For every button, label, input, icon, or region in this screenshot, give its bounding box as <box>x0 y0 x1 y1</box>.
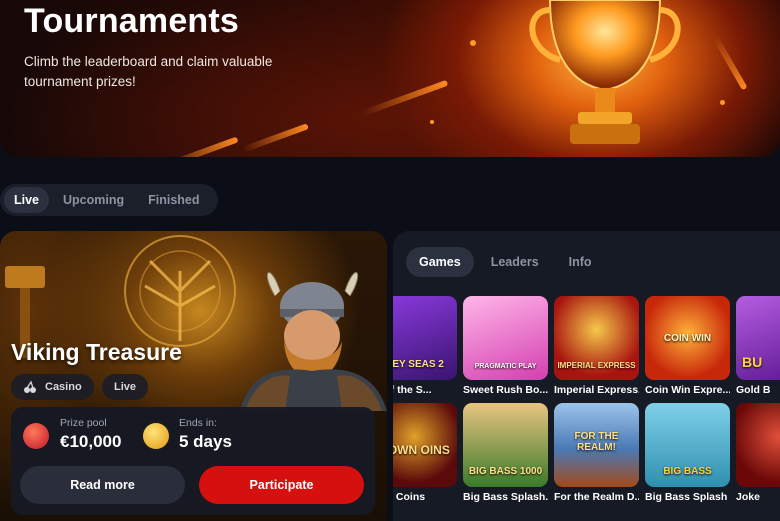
game-thumbnail[interactable]: BIG BASS 1000 <box>463 403 548 487</box>
game-thumbnail-text: IMPERIAL EXPRESS <box>557 361 636 370</box>
game-thumbnail-text: ROWN OINS <box>393 443 450 457</box>
tournaments-page: Tournaments Climb the leaderboard and cl… <box>0 0 780 521</box>
tab-info[interactable]: Info <box>556 247 605 277</box>
prize-pool-value: €10,000 <box>60 432 122 451</box>
game-thumbnail[interactable]: FOR THE REALM! <box>554 403 639 487</box>
game-tile[interactable]: BU Gold B <box>736 296 780 396</box>
flame-streak-decoration <box>712 35 748 91</box>
prize-pool-label: Prize pool <box>60 417 107 429</box>
game-thumbnail-text: BU <box>742 354 763 370</box>
game-tile[interactable]: PRAGMATIC PLAY Sweet Rush Bo... <box>463 296 548 396</box>
category-chip-label: Casino <box>45 381 82 393</box>
game-tile[interactable]: COIN WIN Coin Win Expre... <box>645 296 730 396</box>
game-name: own Coins <box>393 491 426 503</box>
tab-leaders[interactable]: Leaders <box>478 247 552 277</box>
tab-upcoming[interactable]: Upcoming <box>53 187 134 213</box>
game-tile[interactable]: ROWN OINS own Coins <box>393 403 457 503</box>
game-thumbnail[interactable]: NEY SEAS 2 <box>393 296 457 380</box>
page-subtitle: Climb the leaderboard and claim valuable… <box>24 54 273 89</box>
game-thumbnail-text: COIN WIN <box>663 333 712 344</box>
game-thumbnail[interactable]: ROWN OINS <box>393 403 457 487</box>
game-thumbnail[interactable]: BIG BASS <box>645 403 730 487</box>
viking-character-image <box>240 272 387 411</box>
ends-in-value: 5 days <box>179 432 232 451</box>
tournament-card: Viking Treasure Casino Live Prize pool €… <box>0 231 387 521</box>
game-tile[interactable]: BIG BASS 1000 Big Bass Splash... <box>463 403 548 503</box>
tab-games[interactable]: Games <box>406 247 474 277</box>
game-thumbnail[interactable]: PRAGMATIC PLAY <box>463 296 548 380</box>
game-thumbnail-text: BIG BASS <box>663 466 712 477</box>
details-tabs: Games Leaders Info <box>406 247 609 277</box>
participate-button[interactable]: Participate <box>199 466 364 504</box>
flame-streak-decoration <box>161 136 239 157</box>
ember-decoration <box>470 40 476 46</box>
game-thumbnail[interactable]: IMPERIAL EXPRESS <box>554 296 639 380</box>
flame-streak-decoration <box>241 123 309 153</box>
tournament-title: Viking Treasure <box>11 339 182 365</box>
tab-finished[interactable]: Finished <box>138 187 209 213</box>
game-tile[interactable]: NEY SEAS 2 ty of the S... <box>393 296 457 396</box>
game-tile[interactable]: FOR THE REALM! For the Realm D... <box>554 403 639 503</box>
hero-banner: Tournaments Climb the leaderboard and cl… <box>0 0 780 157</box>
live-chip: Live <box>102 374 149 400</box>
live-chip-label: Live <box>114 381 137 393</box>
tournament-status-tabs: Live Upcoming Finished <box>0 184 218 216</box>
game-thumbnail-text: PRAGMATIC PLAY <box>474 363 537 370</box>
stopwatch-icon <box>143 423 169 449</box>
game-thumbnail-text: NEY SEAS 2 <box>393 359 444 370</box>
tournament-details-panel: Games Leaders Info NEY SEAS 2 ty of the … <box>393 231 780 521</box>
tab-live[interactable]: Live <box>4 187 50 213</box>
ends-in-label: Ends in: <box>179 417 217 429</box>
game-thumbnail[interactable]: COIN WIN <box>645 296 730 380</box>
game-name: Big Bass Splash <box>645 491 728 503</box>
page-title: Tournaments <box>24 2 240 40</box>
game-name: Big Bass Splash... <box>463 491 548 503</box>
tournament-info-panel: Prize pool €10,000 Ends in: 5 days Read … <box>11 407 375 515</box>
category-chip: Casino <box>11 374 94 400</box>
game-thumbnail[interactable]: BU <box>736 296 780 380</box>
game-name: Joke <box>736 491 760 503</box>
game-name: For the Realm D... <box>554 491 639 503</box>
ember-decoration <box>720 100 725 105</box>
game-thumbnail-text: FOR THE REALM! <box>574 431 619 453</box>
ember-decoration <box>430 120 434 124</box>
game-name: Coin Win Expre... <box>645 384 730 396</box>
flame-streak-decoration <box>361 79 449 117</box>
cherries-icon <box>24 380 36 393</box>
game-name: Gold B <box>736 384 771 396</box>
game-tile[interactable]: BIG BASS Big Bass Splash <box>645 403 730 503</box>
prize-bag-icon <box>23 423 49 449</box>
game-name: Sweet Rush Bo... <box>463 384 548 396</box>
game-thumbnail-text: BIG BASS 1000 <box>468 466 543 477</box>
read-more-button[interactable]: Read more <box>20 466 185 504</box>
game-tile[interactable]: Joke <box>736 403 780 503</box>
game-thumbnail[interactable] <box>736 403 780 487</box>
trophy-icon <box>529 0 681 144</box>
game-name: ty of the S... <box>393 384 432 396</box>
game-name: Imperial Express... <box>554 384 639 396</box>
game-tile[interactable]: IMPERIAL EXPRESS Imperial Express... <box>554 296 639 396</box>
